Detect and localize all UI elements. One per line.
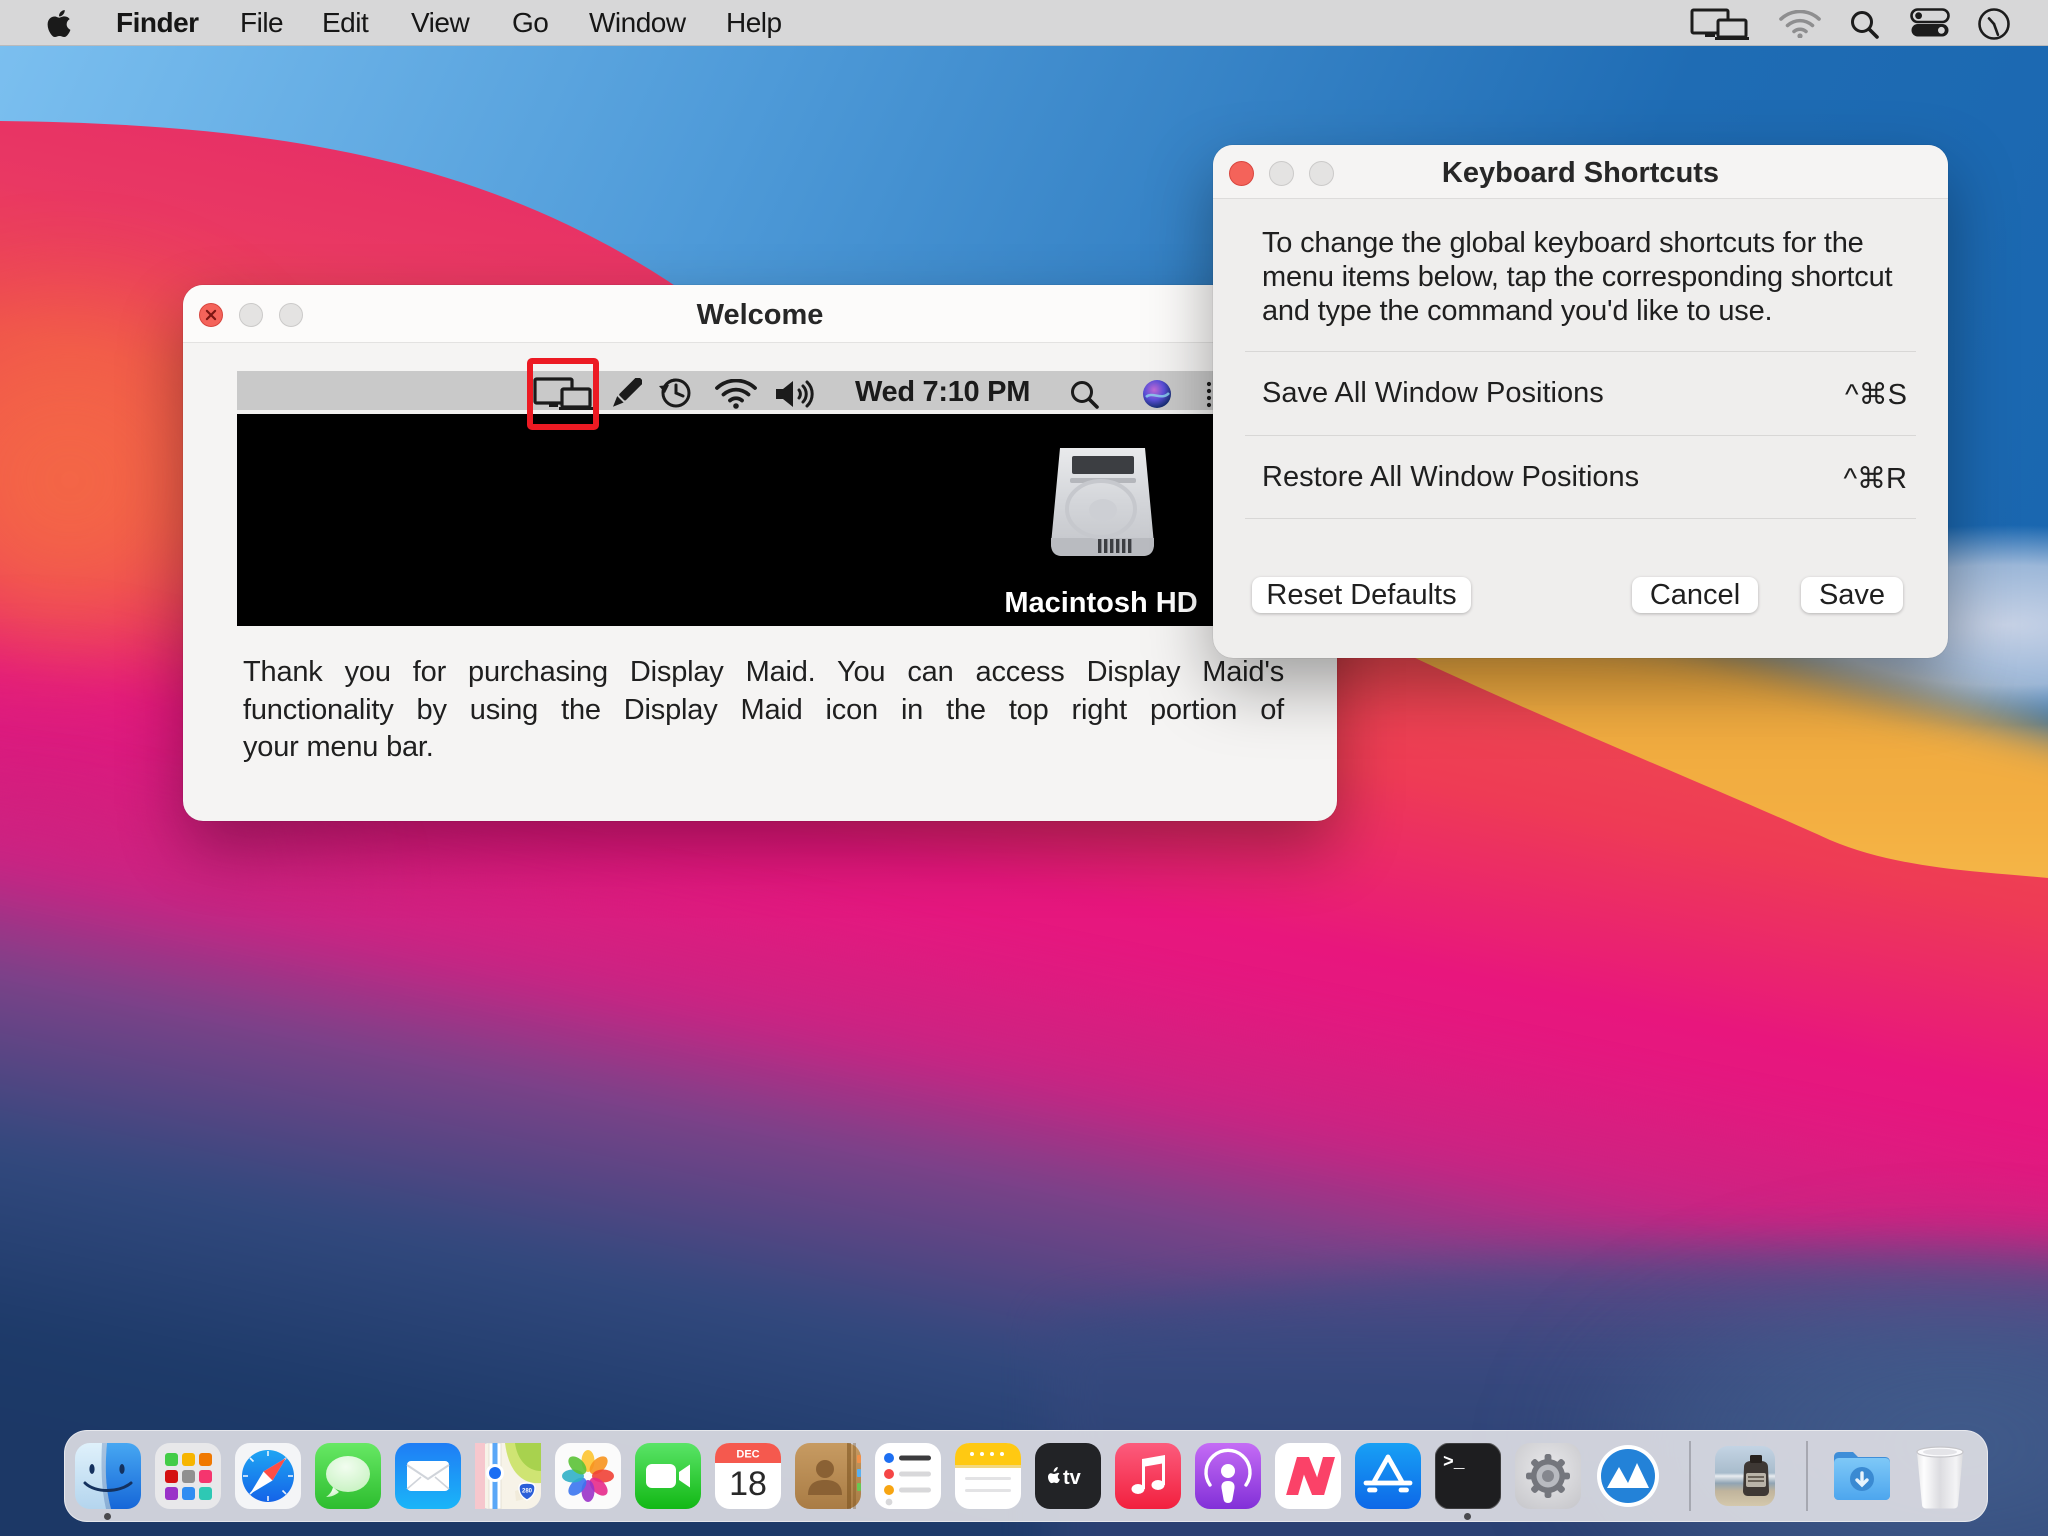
svg-text:tv: tv: [1063, 1467, 1082, 1489]
svg-text:18: 18: [729, 1465, 767, 1503]
svg-text:DEC: DEC: [736, 1449, 759, 1461]
svg-text:>_: >_: [1443, 1453, 1465, 1473]
svg-text:280: 280: [522, 1489, 533, 1495]
